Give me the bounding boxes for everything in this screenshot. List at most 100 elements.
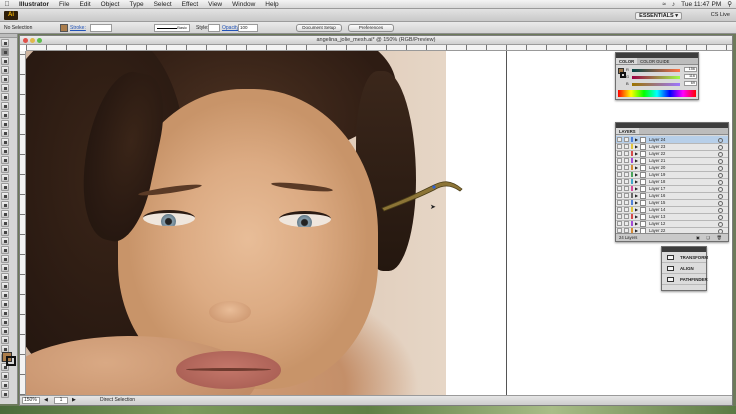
layer-name[interactable]: Layer 20 bbox=[649, 164, 665, 171]
delete-layer-icon[interactable]: 🗑 bbox=[717, 234, 722, 242]
new-layer-icon[interactable]: ❏ bbox=[706, 234, 710, 242]
document-tab[interactable]: angelina_jolie_mesh.ai* @ 150% (RGB/Prev… bbox=[20, 36, 732, 45]
mesh-tool-icon[interactable] bbox=[1, 201, 9, 209]
green-value-field[interactable]: 116 bbox=[684, 74, 697, 79]
red-slider[interactable]: R 156 bbox=[626, 67, 697, 73]
layer-name[interactable]: Layer 13 bbox=[649, 213, 665, 220]
mesh-eyebrow-shape[interactable] bbox=[378, 175, 468, 215]
menu-view[interactable]: View bbox=[203, 0, 227, 9]
lasso-tool-icon[interactable] bbox=[1, 66, 9, 74]
visibility-toggle-icon[interactable] bbox=[617, 214, 622, 219]
lock-toggle-icon[interactable] bbox=[624, 144, 629, 149]
minimize-window-icon[interactable] bbox=[30, 38, 35, 43]
scale-tool-icon[interactable] bbox=[1, 156, 9, 164]
free-transform-tool-icon[interactable] bbox=[1, 174, 9, 182]
layer-name[interactable]: Layer 22 bbox=[649, 150, 665, 157]
visibility-toggle-icon[interactable] bbox=[617, 207, 622, 212]
expand-layer-icon[interactable]: ▶ bbox=[635, 185, 638, 192]
rotate-tool-icon[interactable] bbox=[1, 147, 9, 155]
zoom-window-icon[interactable] bbox=[37, 38, 42, 43]
lock-toggle-icon[interactable] bbox=[624, 165, 629, 170]
arc-tool-icon[interactable] bbox=[1, 381, 9, 389]
paintbrush-tool-icon[interactable] bbox=[1, 111, 9, 119]
new-sublayer-icon[interactable]: ▣ bbox=[696, 234, 700, 242]
visibility-toggle-icon[interactable] bbox=[617, 179, 622, 184]
artboard-prev-icon[interactable]: ◀ bbox=[44, 396, 48, 405]
pathfinder-panel-button[interactable]: PATHFINDER bbox=[662, 274, 708, 285]
red-slider-track[interactable] bbox=[632, 69, 680, 72]
lock-toggle-icon[interactable] bbox=[624, 214, 629, 219]
reflect-tool-icon[interactable] bbox=[1, 327, 9, 335]
layer-target-icon[interactable] bbox=[718, 200, 723, 206]
visibility-toggle-icon[interactable] bbox=[617, 172, 622, 177]
magic-wand-tool-icon[interactable] bbox=[1, 57, 9, 65]
layer-name[interactable]: Layer 18 bbox=[649, 178, 665, 185]
visibility-toggle-icon[interactable] bbox=[617, 158, 622, 163]
layer-target-icon[interactable] bbox=[718, 207, 723, 213]
eyebrow-path[interactable] bbox=[381, 181, 463, 212]
lock-toggle-icon[interactable] bbox=[624, 200, 629, 205]
stroke-weight-field[interactable] bbox=[90, 24, 112, 32]
transform-panel-button[interactable]: TRANSFORM bbox=[662, 252, 708, 263]
anchor-point[interactable] bbox=[432, 185, 436, 189]
layer-target-icon[interactable] bbox=[718, 151, 723, 157]
cs-live-button[interactable]: CS Live bbox=[711, 12, 730, 19]
expand-layer-icon[interactable]: ▶ bbox=[635, 150, 638, 157]
visibility-toggle-icon[interactable] bbox=[617, 144, 622, 149]
preferences-button[interactable]: Preferences bbox=[348, 24, 394, 32]
artboard-tool-icon[interactable] bbox=[1, 255, 9, 263]
stroke-label[interactable]: Stroke: bbox=[70, 25, 86, 31]
workspace-switcher[interactable]: ESSENTIALS ▾ bbox=[635, 12, 682, 20]
brush-definition-select[interactable]: Basic bbox=[154, 24, 190, 32]
layer-target-icon[interactable] bbox=[718, 144, 723, 150]
tab-layers[interactable]: LAYERS bbox=[616, 128, 639, 134]
tab-color[interactable]: COLOR bbox=[616, 58, 638, 64]
fill-swatch[interactable] bbox=[60, 24, 68, 32]
wifi-icon[interactable]: ≈ bbox=[662, 0, 666, 9]
lock-toggle-icon[interactable] bbox=[624, 151, 629, 156]
zoom-tool-icon[interactable] bbox=[1, 282, 9, 290]
layer-target-icon[interactable] bbox=[718, 165, 723, 171]
layer-name[interactable]: Layer 24 bbox=[649, 136, 665, 143]
tab-color-guide[interactable]: COLOR GUIDE bbox=[637, 58, 672, 64]
artboard-number-field[interactable]: 1 bbox=[54, 397, 68, 404]
line-tool-icon[interactable] bbox=[1, 93, 9, 101]
tools-panel-grip[interactable] bbox=[0, 34, 17, 38]
lock-toggle-icon[interactable] bbox=[624, 186, 629, 191]
expand-layer-icon[interactable]: ▶ bbox=[635, 143, 638, 150]
zoom-level-field[interactable]: 150% bbox=[22, 397, 40, 404]
menu-select[interactable]: Select bbox=[149, 0, 177, 9]
ellipse-tool-icon[interactable] bbox=[1, 372, 9, 380]
align-panel-button[interactable]: ALIGN bbox=[662, 263, 706, 274]
spiral-tool-icon[interactable] bbox=[1, 390, 9, 398]
visibility-toggle-icon[interactable] bbox=[617, 137, 622, 142]
menu-window[interactable]: Window bbox=[227, 0, 260, 9]
puppet-tool-icon[interactable] bbox=[1, 318, 9, 326]
width-tool-icon[interactable] bbox=[1, 309, 9, 317]
expand-layer-icon[interactable]: ▶ bbox=[635, 206, 638, 213]
blob-brush-tool-icon[interactable] bbox=[1, 129, 9, 137]
layer-target-icon[interactable] bbox=[718, 158, 723, 164]
menu-type[interactable]: Type bbox=[124, 0, 148, 9]
layer-name[interactable]: Layer 19 bbox=[649, 171, 665, 178]
blue-value-field[interactable]: 69 bbox=[684, 81, 697, 86]
type-tool-icon[interactable] bbox=[1, 84, 9, 92]
menubar-clock[interactable]: Tue 11:47 PM bbox=[681, 0, 721, 9]
rectangle-tool-icon[interactable] bbox=[1, 102, 9, 110]
direct-selection-tool-icon[interactable] bbox=[1, 48, 9, 56]
column-graph-tool-icon[interactable] bbox=[1, 246, 9, 254]
warp-tool-icon[interactable] bbox=[1, 165, 9, 173]
lock-toggle-icon[interactable] bbox=[624, 179, 629, 184]
menu-effect[interactable]: Effect bbox=[177, 0, 204, 9]
expand-layer-icon[interactable]: ▶ bbox=[635, 171, 638, 178]
placed-portrait-image[interactable] bbox=[26, 51, 446, 395]
expand-layer-icon[interactable]: ▶ bbox=[635, 178, 638, 185]
visibility-toggle-icon[interactable] bbox=[617, 221, 622, 226]
eraser-tool-icon[interactable] bbox=[1, 138, 9, 146]
expand-layer-icon[interactable]: ▶ bbox=[635, 192, 638, 199]
hand-tool-icon[interactable] bbox=[1, 273, 9, 281]
spotlight-icon[interactable]: ⚲ bbox=[727, 0, 732, 9]
expand-layer-icon[interactable]: ▶ bbox=[635, 136, 638, 143]
layer-name[interactable]: Layer 17 bbox=[649, 185, 665, 192]
lock-toggle-icon[interactable] bbox=[624, 193, 629, 198]
